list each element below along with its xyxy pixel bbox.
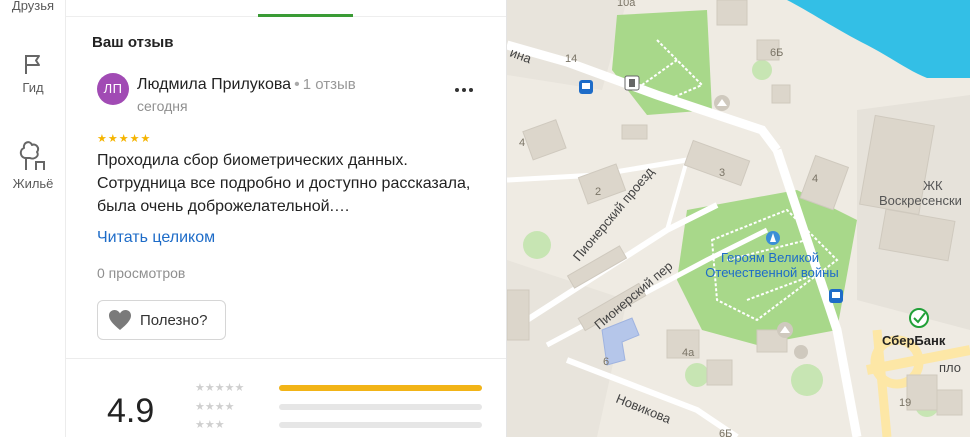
rating-row-stars: ★★★ (195, 419, 225, 431)
section-title: Ваш отзыв (92, 34, 174, 51)
house-number: 2 (595, 186, 601, 198)
rating-bar-fill (279, 385, 482, 391)
monument-icon[interactable] (766, 231, 780, 245)
bus-stop-icon[interactable] (579, 80, 593, 94)
rating-row-stars: ★★★★ (195, 401, 235, 413)
star-icon: ★ (118, 133, 130, 145)
star-icon: ★ (129, 133, 141, 145)
rail-friends-label: Друзья (11, 0, 55, 13)
house-icon[interactable] (794, 345, 808, 359)
map-view[interactable]: Пионерский проезд Пионерский пер Новиков… (507, 0, 970, 437)
park-label-1: Героям Великой (721, 250, 819, 265)
house-number: 6 (603, 356, 609, 368)
author-line: Людмила Прилукова • 1 отзыв (137, 76, 356, 93)
review-date: сегодня (137, 98, 188, 114)
side-rail: Друзья Гид Жильё (0, 0, 66, 437)
bank-marker-icon[interactable] (909, 308, 929, 328)
complex-label-1: ЖК (923, 178, 943, 193)
rating-bar (279, 404, 482, 410)
rail-item-friends[interactable]: Друзья (0, 0, 66, 13)
bank-label: СберБанк (882, 333, 946, 348)
review-panel: Ваш отзыв ЛП Людмила Прилукова • 1 отзыв с… (66, 0, 507, 437)
avatar[interactable]: ЛП (97, 73, 129, 105)
author-review-count[interactable]: 1 отзыв (303, 76, 356, 93)
read-more-link[interactable]: Читать целиком (97, 229, 215, 247)
street-label-pl: пло (939, 360, 961, 375)
house-number: 10а (617, 0, 636, 9)
rating-row-5: ★★★★★ (195, 381, 485, 395)
complex-label-2: Воскресенски (879, 193, 962, 208)
rating-bar (279, 385, 482, 391)
rail-item-guide[interactable]: Гид (0, 52, 66, 95)
house-number: 4 (812, 173, 818, 185)
average-rating: 4.9 (107, 392, 155, 430)
house-number: 19 (899, 397, 911, 409)
more-options-button[interactable] (452, 78, 476, 102)
heart-icon (109, 310, 131, 330)
house-number: 6Б (719, 428, 732, 437)
rail-item-housing[interactable]: Жильё (0, 138, 66, 191)
author-name[interactable]: Людмила Прилукова (137, 76, 291, 93)
rating-row-stars: ★★★★★ (195, 382, 245, 394)
more-dots-icon (455, 88, 473, 92)
star-icon: ★ (140, 133, 152, 145)
active-tab-indicator (258, 14, 353, 17)
church-icon[interactable] (714, 95, 730, 111)
map-canvas[interactable]: Пионерский проезд Пионерский пер Новиков… (507, 0, 970, 437)
rating-bar (279, 422, 482, 428)
house-number: 4 (519, 137, 525, 149)
house-number: 14 (565, 53, 577, 65)
camera-icon[interactable] (624, 75, 640, 91)
park-label-2: Отечественной войны (705, 265, 838, 280)
helpful-button[interactable]: Полезно? (97, 300, 226, 340)
rating-row-4: ★★★★ (195, 400, 485, 414)
bus-stop-icon[interactable] (829, 289, 843, 303)
rating-row-3: ★★★ (195, 418, 485, 432)
church-icon[interactable] (777, 322, 793, 338)
views-count: 0 просмотров (97, 265, 186, 281)
review-text: Проходила сбор биометрических данных. Со… (97, 152, 471, 215)
rail-housing-label: Жильё (12, 176, 54, 191)
helpful-label: Полезно? (140, 311, 208, 329)
flag-icon (25, 55, 40, 74)
rail-guide-label: Гид (22, 80, 44, 95)
house-number: 4а (682, 347, 695, 359)
house-number: 3 (719, 167, 725, 179)
star-icon: ★ (97, 133, 108, 145)
house-number: 6Б (770, 47, 783, 59)
tree-icon (19, 141, 45, 170)
review-stars: ★★★★★ (97, 132, 151, 145)
section-divider (66, 358, 506, 359)
star-icon: ★ (107, 133, 119, 145)
